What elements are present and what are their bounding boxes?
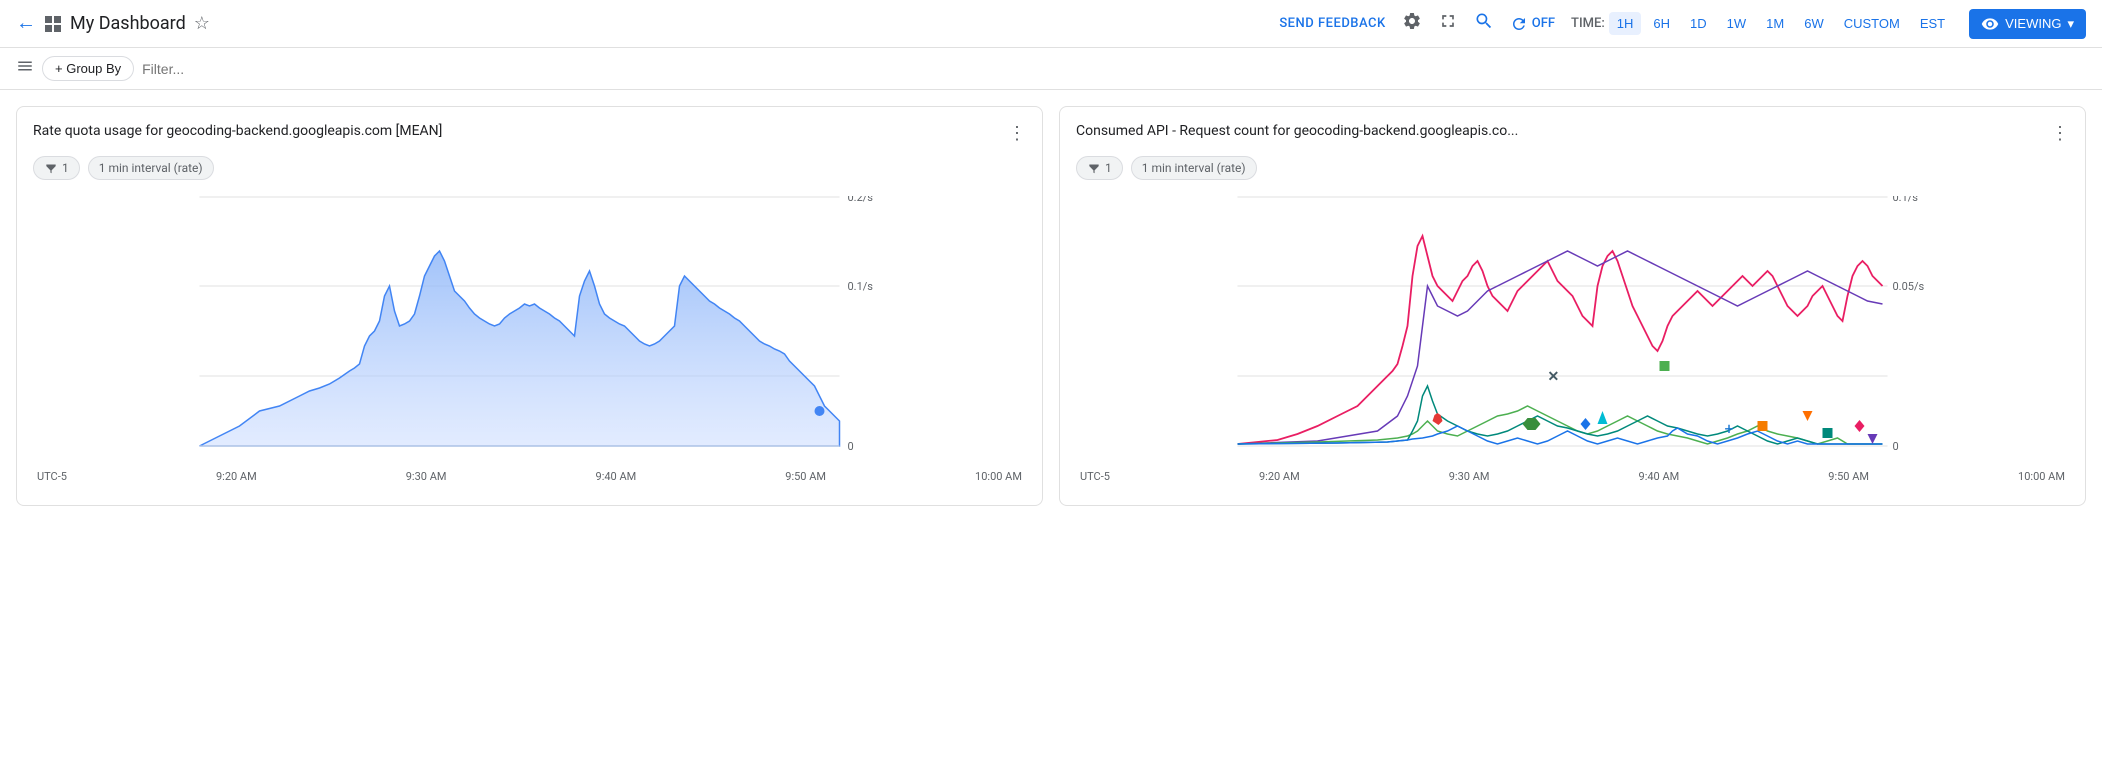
card2-marker-sq1 [1660, 361, 1670, 371]
card1-more-icon[interactable]: ⋮ [1008, 123, 1026, 144]
card1-filter-badge[interactable]: 1 [33, 156, 80, 180]
card2-chart-svg: 0.1/s 0.05/s 0 ✕ [1076, 196, 2069, 466]
time-custom-button[interactable]: CUSTOM [1836, 12, 1908, 35]
card2-x-2: 9:30 AM [1449, 470, 1490, 483]
grid-icon[interactable] [44, 15, 62, 33]
time-1m-button[interactable]: 1M [1758, 12, 1792, 35]
card1-interval-label: 1 min interval (rate) [99, 161, 203, 175]
card1-title: Rate quota usage for geocoding-backend.g… [33, 123, 442, 139]
search-icon[interactable] [1474, 11, 1494, 36]
card1-x-4: 9:50 AM [785, 470, 826, 483]
card2-more-icon[interactable]: ⋮ [2051, 123, 2069, 144]
svg-text:0.1/s: 0.1/s [1893, 196, 1919, 204]
card2-marker-plus: + [1725, 419, 1734, 438]
card1-x-3: 9:40 AM [596, 470, 637, 483]
refresh-label: OFF [1532, 16, 1555, 31]
card2-marker-hex [1523, 418, 1541, 430]
header: ← My Dashboard ☆ SEND FEEDBACK [0, 0, 2102, 48]
svg-text:0: 0 [1893, 440, 1899, 453]
header-center: SEND FEEDBACK OFF [1279, 9, 2086, 39]
card2-marker-sq2 [1758, 421, 1768, 431]
timezone-button[interactable]: EST [1912, 12, 1953, 35]
card2-x-5: 10:00 AM [2018, 470, 2065, 483]
main-content: Rate quota usage for geocoding-backend.g… [0, 90, 2102, 522]
card1-x-2: 9:30 AM [406, 470, 447, 483]
settings-icon[interactable] [1402, 11, 1422, 36]
card1-filters: 1 1 min interval (rate) [33, 156, 1026, 180]
card2-x-0: UTC-5 [1080, 470, 1110, 483]
card2-chart-wrapper: 0.1/s 0.05/s 0 ✕ [1076, 196, 2069, 483]
card2-x-1: 9:20 AM [1259, 470, 1300, 483]
svg-text:0.1/s: 0.1/s [848, 280, 874, 293]
time-1w-button[interactable]: 1W [1719, 12, 1755, 35]
card1-x-0: UTC-5 [37, 470, 67, 483]
header-left: ← My Dashboard ☆ [16, 12, 1271, 35]
card2-filter-badge[interactable]: 1 [1076, 156, 1123, 180]
menu-icon[interactable] [16, 57, 34, 80]
card2-marker-end-tri [1868, 434, 1878, 444]
chart-card-1: Rate quota usage for geocoding-backend.g… [16, 106, 1043, 506]
card2-filter-count: 1 [1105, 161, 1112, 175]
card2-marker-tri [1598, 411, 1608, 424]
card2-interval-badge[interactable]: 1 min interval (rate) [1131, 156, 1257, 180]
back-button[interactable]: ← [16, 12, 36, 35]
card2-marker-tritri [1803, 411, 1813, 421]
send-feedback-button[interactable]: SEND FEEDBACK [1279, 16, 1385, 31]
card1-x-5: 10:00 AM [975, 470, 1022, 483]
group-by-button[interactable]: + Group By [42, 56, 134, 81]
svg-text:0.2/s: 0.2/s [848, 196, 874, 204]
fullscreen-icon[interactable] [1438, 11, 1458, 36]
viewing-dropdown-icon: ▾ [2067, 16, 2074, 32]
card2-header: Consumed API - Request count for geocodi… [1076, 123, 2069, 144]
time-label: TIME: [1571, 16, 1605, 31]
card2-marker-diamond [1581, 418, 1591, 430]
dashboard-title: My Dashboard [70, 13, 186, 34]
filter-input[interactable] [142, 61, 2086, 77]
card1-filter-count: 1 [62, 161, 69, 175]
card2-marker-star [1433, 413, 1443, 425]
card1-x-axis: UTC-5 9:20 AM 9:30 AM 9:40 AM 9:50 AM 10… [33, 470, 1026, 483]
header-icons [1402, 11, 1494, 36]
card2-marker-sq3 [1823, 428, 1833, 438]
card1-x-1: 9:20 AM [216, 470, 257, 483]
toolbar: + Group By [0, 48, 2102, 90]
time-1d-button[interactable]: 1D [1682, 12, 1715, 35]
svg-text:0: 0 [848, 440, 854, 453]
chart-card-2: Consumed API - Request count for geocodi… [1059, 106, 2086, 506]
card1-chart-svg: 0.2/s 0.1/s 0 [33, 196, 1026, 466]
star-icon[interactable]: ☆ [194, 13, 210, 34]
viewing-label: VIEWING [2005, 16, 2061, 31]
time-6h-button[interactable]: 6H [1645, 12, 1678, 35]
time-section: TIME: 1H 6H 1D 1W 1M 6W CUSTOM EST [1571, 12, 1953, 35]
card1-header: Rate quota usage for geocoding-backend.g… [33, 123, 1026, 144]
refresh-area[interactable]: OFF [1510, 15, 1555, 33]
card2-interval-label: 1 min interval (rate) [1142, 161, 1246, 175]
svg-text:0.05/s: 0.05/s [1893, 280, 1925, 293]
card2-x-3: 9:40 AM [1639, 470, 1680, 483]
group-by-label: + Group By [55, 61, 121, 76]
card1-chart-wrapper: 0.2/s 0.1/s 0 UTC-5 9:20 AM [33, 196, 1026, 483]
card1-interval-badge[interactable]: 1 min interval (rate) [88, 156, 214, 180]
time-6w-button[interactable]: 6W [1796, 12, 1832, 35]
time-1h-button[interactable]: 1H [1609, 12, 1642, 35]
card2-filters: 1 1 min interval (rate) [1076, 156, 2069, 180]
card2-x-axis: UTC-5 9:20 AM 9:30 AM 9:40 AM 9:50 AM 10… [1076, 470, 2069, 483]
card2-marker-end-diamond [1855, 420, 1865, 432]
card2-marker-x: ✕ [1548, 369, 1560, 385]
card2-title: Consumed API - Request count for geocodi… [1076, 123, 1518, 139]
card2-x-4: 9:50 AM [1828, 470, 1869, 483]
viewing-button[interactable]: VIEWING ▾ [1969, 9, 2086, 39]
